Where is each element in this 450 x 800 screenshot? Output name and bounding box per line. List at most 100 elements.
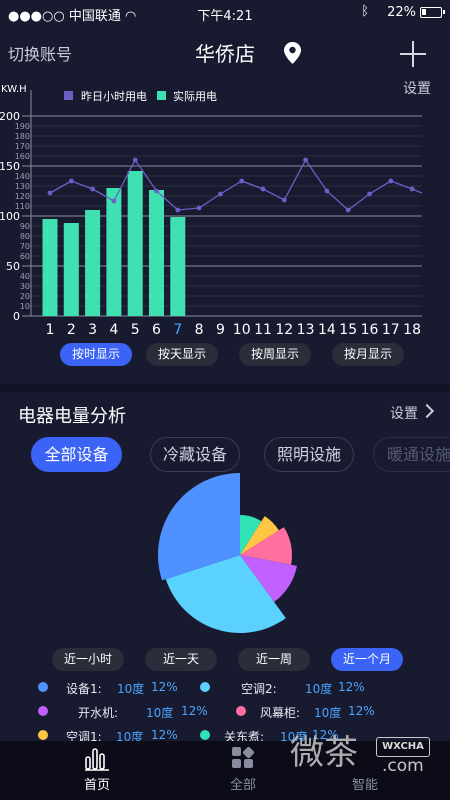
y-tick-label: 80	[20, 232, 30, 241]
x-tick-label: 18	[403, 322, 421, 338]
chevron-right-icon[interactable]	[419, 403, 435, 419]
y-tick-label: 110	[15, 202, 30, 211]
status-bar: ●●●○○ 中国联通 ︎◠ 下午4:21 ᛒ 22%	[0, 0, 450, 26]
legend-dot	[38, 682, 48, 692]
series-line	[49, 158, 423, 211]
y-unit-label: KW.H	[1, 84, 27, 95]
x-tick-label: 1	[46, 322, 55, 338]
toggle-monthly[interactable]: 按月显示	[332, 343, 404, 366]
bar	[106, 188, 122, 316]
line-point	[409, 186, 415, 192]
toggle-weekly[interactable]: 按周显示	[239, 343, 311, 366]
grid-icon	[232, 746, 255, 768]
legend-dot	[200, 682, 210, 692]
y-tick-label: 40	[20, 272, 30, 281]
watermark-domain: .com	[382, 756, 424, 776]
period-hour[interactable]: 近一小时	[52, 648, 124, 671]
y-tick-label: 130	[15, 182, 30, 191]
line-point	[68, 178, 74, 184]
legend-label: 实际用电	[173, 89, 217, 103]
line-point	[196, 205, 202, 211]
line-point	[154, 188, 159, 194]
x-tick-label: 4	[109, 322, 118, 338]
y-tick-label: 200	[0, 110, 20, 123]
line-point	[47, 190, 53, 196]
x-tick-label: 6	[152, 322, 161, 338]
toggle-daily[interactable]: 按天显示	[146, 343, 218, 366]
legend-swatch	[64, 91, 73, 100]
bar	[170, 217, 186, 316]
line-point	[175, 207, 181, 213]
y-tick-label: 190	[15, 122, 30, 131]
category-all[interactable]: 全部设备	[31, 437, 122, 472]
x-tick-label: 15	[339, 322, 357, 338]
y-tick-label: 90	[20, 222, 30, 231]
y-tick-label: 180	[15, 132, 30, 141]
battery-icon	[420, 7, 445, 18]
line-point	[367, 191, 372, 197]
toggle-hourly[interactable]: 按时显示	[60, 343, 132, 366]
tab-home-label: 首页	[83, 778, 110, 793]
bar	[85, 210, 101, 316]
store-title: 华侨店	[195, 42, 255, 66]
analysis-title: 电器电量分析	[18, 406, 126, 427]
y-tick-label: 170	[15, 142, 30, 151]
line-point	[324, 188, 330, 194]
legend-dot	[200, 730, 210, 740]
y-tick-label: 120	[15, 192, 30, 201]
legend-swatch	[157, 91, 166, 100]
y-tick-label: 10	[20, 302, 30, 311]
period-day[interactable]: 近一天	[145, 648, 217, 671]
x-tick-label: 11	[254, 322, 272, 338]
tab-all[interactable]: 全部	[218, 741, 268, 793]
y-tick-label: 100	[0, 210, 20, 223]
tab-smart-label: 智能	[351, 778, 378, 793]
line-point	[218, 191, 223, 197]
bluetooth-icon: ᛒ	[361, 4, 369, 19]
bar	[127, 171, 143, 316]
line-point	[281, 197, 287, 203]
legend-dot	[38, 730, 48, 740]
y-tick-label: 50	[6, 260, 20, 273]
x-tick-label: 3	[88, 322, 97, 338]
x-tick-label: 5	[131, 322, 140, 338]
x-tick-label: 17	[382, 322, 400, 338]
x-tick-label: 13	[297, 322, 315, 338]
location-pin-icon[interactable]	[284, 42, 301, 64]
device-usage-pie	[158, 473, 297, 633]
x-tick-label: 9	[216, 322, 225, 338]
line-point	[111, 198, 117, 204]
tab-home[interactable]: 首页	[72, 741, 122, 793]
battery-percent: 22%	[387, 5, 416, 20]
watermark-badge: WXCHA	[376, 737, 430, 757]
y-tick-label: 0	[13, 310, 20, 323]
status-time: 下午4:21	[197, 9, 253, 24]
section-divider	[0, 384, 450, 392]
tab-all-label: 全部	[229, 778, 256, 793]
line-point	[132, 157, 138, 163]
line-point	[303, 157, 308, 163]
watermark-logo: 微茶	[290, 733, 358, 773]
line-point	[345, 207, 351, 213]
x-tick-label: 8	[195, 322, 204, 338]
hourly-usage-chart: 0102030405060708090100110120130140150160…	[0, 84, 423, 338]
line-point	[239, 178, 245, 184]
add-icon[interactable]	[400, 41, 426, 67]
bar	[149, 190, 164, 316]
y-tick-label: 150	[0, 160, 20, 173]
y-tick-label: 140	[15, 172, 30, 181]
legend-dot	[236, 706, 246, 716]
period-month[interactable]: 近一个月	[331, 648, 403, 671]
line-point	[260, 186, 266, 192]
line-point	[90, 186, 95, 192]
legend-dot	[38, 706, 48, 716]
x-tick-label: 14	[318, 322, 336, 338]
x-tick-label: 7	[173, 322, 182, 338]
screen: ●●●○○ 中国联通 ︎◠ 下午4:21 ᛒ 22% 切换账号 华侨店 设置 0…	[0, 0, 450, 800]
line-point	[388, 178, 394, 184]
x-tick-label: 16	[361, 322, 379, 338]
y-tick-label: 30	[20, 282, 30, 291]
analysis-settings-link[interactable]: 设置	[390, 403, 418, 423]
category-hvac[interactable]: 暖通设施	[373, 437, 450, 472]
period-week[interactable]: 近一周	[238, 648, 310, 671]
